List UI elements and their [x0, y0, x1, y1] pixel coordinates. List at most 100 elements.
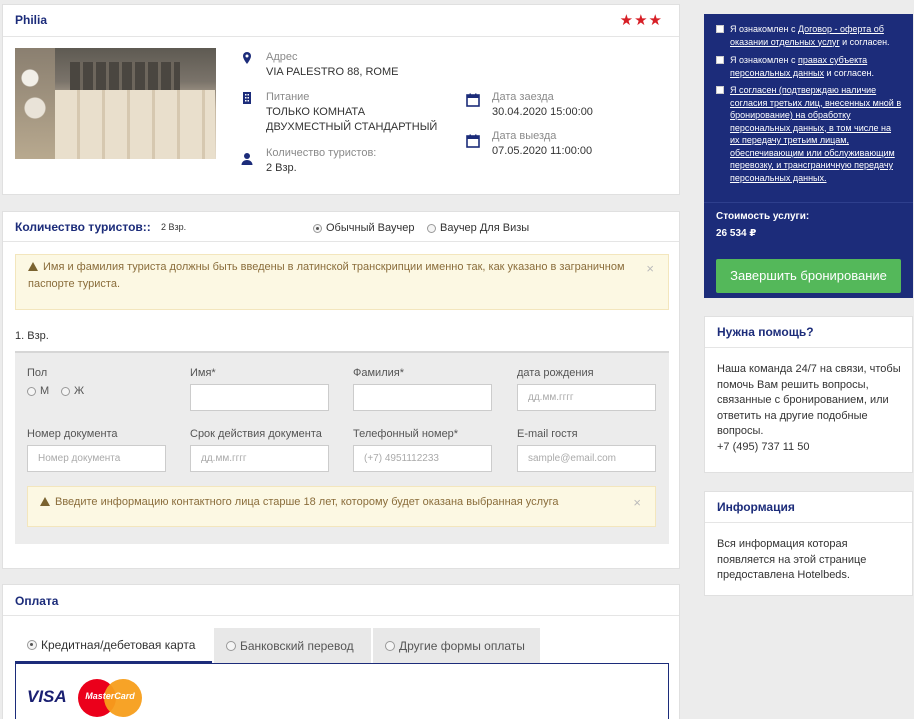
mastercard-logo: MasterCard: [78, 679, 142, 717]
gender-m-option[interactable]: М: [27, 385, 49, 397]
address-label: Адрес: [266, 51, 298, 63]
tourists-count: 2 Взр.: [161, 222, 187, 232]
cost-label: Стоимость услуги:: [716, 211, 810, 222]
checkbox-icon[interactable]: [716, 56, 724, 64]
checkin-label: Дата заезда: [492, 91, 554, 103]
tourists-label: Количество туристов:: [266, 147, 377, 159]
hotel-photo: [15, 48, 216, 159]
divider: [3, 36, 679, 37]
doc-expiry-label: Срок действия документа: [190, 428, 322, 440]
tab-card-label: Кредитная/дебетовая карта: [41, 637, 196, 652]
tab-other-label: Другие формы оплаты: [399, 638, 525, 653]
tourists-row: Количество туристов: 2 Взр.: [240, 146, 376, 176]
hotel-card: Philia ★★★ Адрес VIA PALESTRO 88, ROME П…: [2, 4, 680, 195]
help-phone: +7 (495) 737 11 50: [717, 440, 810, 453]
checkout-row: Дата выезда 07.05.2020 11:00:00: [466, 129, 592, 159]
tab-card[interactable]: Кредитная/дебетовая карта: [15, 628, 212, 663]
radio-icon[interactable]: [27, 386, 36, 396]
third-party-consent-link[interactable]: Я согласен (подтверждаю наличие согласия…: [730, 85, 901, 183]
phone-label: Телефонный номер*: [353, 428, 459, 440]
agree-pdata-text: Я ознакомлен с: [730, 55, 798, 65]
tourists-value: 2 Взр.: [266, 162, 297, 174]
radio-icon[interactable]: [226, 640, 236, 651]
doc-number-label: Номер документа: [27, 428, 118, 440]
phone-input[interactable]: (+7) 4951112233: [353, 445, 492, 472]
voucher-regular-label: Обычный Ваучер: [326, 222, 415, 234]
gender-m-label: М: [40, 385, 50, 397]
email-input[interactable]: sample@email.com: [517, 445, 656, 472]
info-text: Вся информация которая появляется на это…: [717, 538, 867, 581]
warning-icon: [28, 262, 38, 271]
help-title: Нужна помощь?: [717, 325, 814, 339]
tab-bank-label: Банковский перевод: [240, 638, 354, 653]
radio-icon[interactable]: [385, 640, 395, 651]
latin-alert: Имя и фамилия туриста должны быть введен…: [15, 254, 669, 310]
agree-offer-text: Я ознакомлен с: [730, 24, 798, 34]
gender-f-label: Ж: [74, 385, 85, 397]
location-pin-icon: [243, 52, 251, 64]
hotel-stars: ★★★: [619, 12, 663, 29]
room-value: ДВУХМЕСТНЫЙ СТАНДАРТНЫЙ: [266, 121, 438, 133]
building-icon: [243, 92, 251, 104]
warning-icon: [40, 497, 50, 506]
tab-other[interactable]: Другие формы оплаты: [373, 628, 540, 663]
doc-expiry-input[interactable]: дд.мм.гггг: [190, 445, 329, 472]
cost-value: 26 534 ₽: [716, 228, 757, 239]
checkin-row: Дата заезда 30.04.2020 15:00:00: [466, 90, 593, 120]
agree-pdata-checkbox[interactable]: Я ознакомлен с правах субъекта персональ…: [716, 54, 902, 79]
mastercard-text: MasterCard: [85, 691, 135, 701]
voucher-regular-option[interactable]: Обычный Ваучер: [313, 222, 414, 234]
meal-row: Питание ТОЛЬКО КОМНАТА ДВУХМЕСТНЫЙ СТАНД…: [240, 90, 437, 135]
first-name-input[interactable]: [190, 384, 329, 411]
meal-value: ТОЛЬКО КОМНАТА: [266, 106, 366, 118]
divider: [704, 202, 913, 203]
complete-booking-button[interactable]: Завершить бронирование: [716, 259, 901, 293]
card-payment-box: VISA MasterCard: [15, 663, 669, 719]
hotel-name: Philia: [15, 13, 48, 27]
checkout-value: 07.05.2020 11:00:00: [492, 145, 593, 157]
agree-offer-checkbox[interactable]: Я ознакомлен с Договор - оферта об оказа…: [716, 23, 902, 48]
help-text: Наша команда 24/7 на связи, чтобы помочь…: [717, 363, 901, 437]
doc-number-input[interactable]: Номер документа: [27, 445, 166, 472]
calendar-icon: [466, 93, 480, 107]
calendar-icon: [466, 134, 480, 148]
contact-alert: Введите информацию контактного лица стар…: [27, 486, 656, 527]
agree-third-party-checkbox[interactable]: Я согласен (подтверждаю наличие согласия…: [716, 84, 902, 184]
meal-label: Питание: [266, 91, 310, 103]
adult-label: 1. Взр.: [15, 330, 49, 342]
payment-panel: Оплата Кредитная/дебетовая карта Банковс…: [2, 584, 680, 719]
divider: [705, 347, 912, 348]
checkbox-icon[interactable]: [716, 86, 724, 94]
info-title: Информация: [717, 500, 795, 514]
tourists-title: Количество туристов::: [15, 220, 151, 234]
agree-offer-suffix: и согласен.: [839, 36, 890, 47]
voucher-visa-label: Ваучер Для Визы: [440, 222, 530, 234]
visa-logo: VISA: [27, 687, 67, 706]
radio-selected-icon[interactable]: [313, 223, 322, 233]
checkout-label: Дата выезда: [492, 130, 557, 142]
radio-selected-icon[interactable]: [27, 639, 37, 650]
person-icon: [241, 153, 253, 165]
agreement-panel: Я ознакомлен с Договор - оферта об оказа…: [704, 14, 913, 298]
address-row: Адрес VIA PALESTRO 88, ROME: [240, 50, 398, 80]
birth-date-input[interactable]: дд.мм.гггг: [517, 384, 656, 411]
tab-bank[interactable]: Банковский перевод: [214, 628, 371, 663]
info-panel: Информация Вся информация которая появля…: [704, 491, 913, 596]
last-name-input[interactable]: [353, 384, 492, 411]
checkbox-icon[interactable]: [716, 25, 724, 33]
divider: [3, 241, 679, 242]
divider: [705, 522, 912, 523]
radio-icon[interactable]: [427, 223, 436, 233]
address-value: VIA PALESTRO 88, ROME: [266, 66, 399, 78]
gender-f-option[interactable]: Ж: [61, 385, 84, 397]
tourist-form: Пол М Ж Имя* Фамилия* дата рождения дд.м…: [15, 351, 669, 544]
last-name-label: Фамилия*: [353, 367, 404, 379]
close-icon[interactable]: ×: [633, 487, 641, 518]
latin-alert-text: Имя и фамилия туриста должны быть введен…: [28, 261, 625, 290]
first-name-label: Имя*: [190, 367, 216, 379]
help-panel: Нужна помощь? Наша команда 24/7 на связи…: [704, 316, 913, 473]
radio-icon[interactable]: [61, 386, 70, 396]
close-icon[interactable]: ×: [646, 260, 654, 277]
agree-pdata-suffix: и согласен.: [824, 67, 874, 78]
voucher-visa-option[interactable]: Ваучер Для Визы: [427, 222, 529, 234]
